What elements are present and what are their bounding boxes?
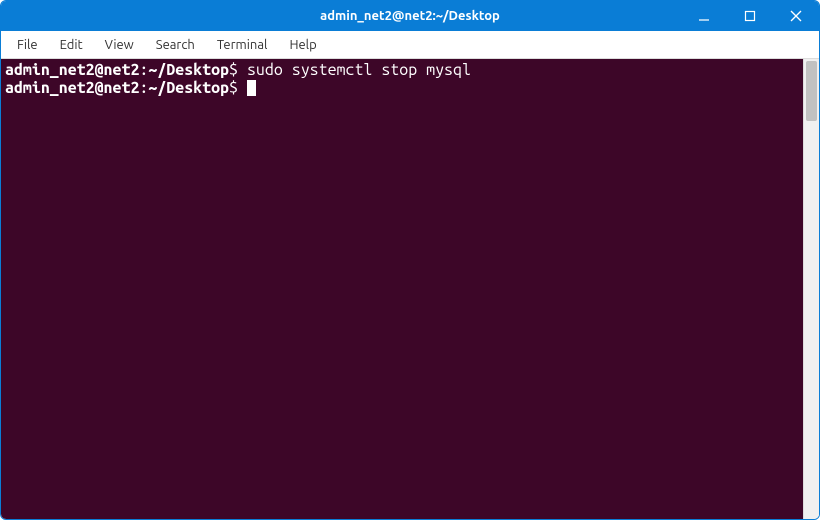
minimize-button[interactable] [681,1,727,31]
prompt-sigil: $ [229,79,247,97]
maximize-icon [744,10,756,22]
close-button[interactable] [773,1,819,31]
maximize-button[interactable] [727,1,773,31]
window-title: admin_net2@net2:~/Desktop [320,9,500,23]
menu-edit[interactable]: Edit [50,34,93,56]
prompt-path: ~/Desktop [148,61,229,79]
terminal-cursor [247,80,256,96]
prompt-sigil: $ [229,61,247,79]
menu-terminal[interactable]: Terminal [207,34,278,56]
prompt-user-host: admin_net2@net2 [5,79,139,97]
menu-file[interactable]: File [7,34,48,56]
window-controls [681,1,819,31]
prompt-path: ~/Desktop [148,79,229,97]
close-icon [790,10,802,22]
terminal-line: admin_net2@net2:~/Desktop$ sudo systemct… [5,61,799,79]
terminal-window: admin_net2@net2:~/Desktop File Edit [0,0,820,520]
prompt-user-host: admin_net2@net2 [5,61,139,79]
window-titlebar[interactable]: admin_net2@net2:~/Desktop [1,1,819,31]
terminal-line: admin_net2@net2:~/Desktop$ [5,79,799,97]
menu-view[interactable]: View [95,34,144,56]
command-text: sudo systemctl stop mysql [247,61,471,79]
scrollbar-thumb[interactable] [806,61,817,121]
terminal-area: admin_net2@net2:~/Desktop$ sudo systemct… [1,59,819,519]
menu-help[interactable]: Help [279,34,326,56]
vertical-scrollbar[interactable] [803,59,819,519]
terminal-viewport[interactable]: admin_net2@net2:~/Desktop$ sudo systemct… [1,59,803,519]
menu-bar: File Edit View Search Terminal Help [1,31,819,59]
minimize-icon [698,10,710,22]
menu-search[interactable]: Search [146,34,205,56]
